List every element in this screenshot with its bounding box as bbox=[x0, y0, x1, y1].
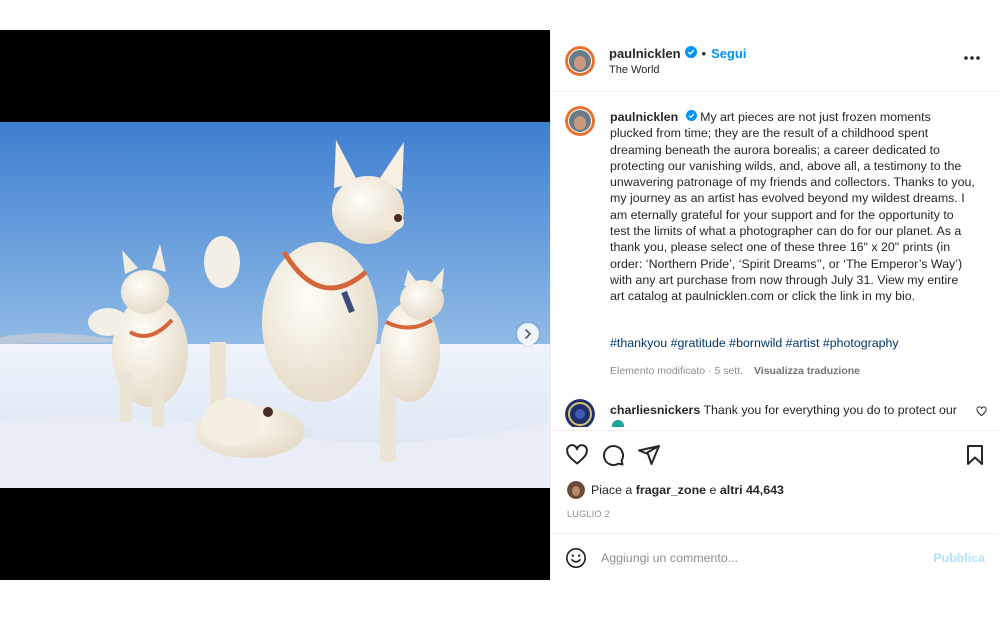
avatar[interactable] bbox=[565, 46, 595, 76]
likes-others[interactable]: altri 44,643 bbox=[720, 483, 784, 497]
post-author-line: paulnicklen • Segui bbox=[609, 46, 747, 61]
follow-button[interactable]: Segui bbox=[711, 46, 746, 61]
translate-link[interactable]: Visualizza traduzione bbox=[754, 365, 860, 377]
post-location[interactable]: The World bbox=[609, 64, 660, 76]
comment-username[interactable]: charliesnickers bbox=[610, 403, 700, 417]
caption-meta: Elemento modificato · 5 sett. Visualizza… bbox=[610, 365, 860, 377]
likes-prefix: Piace a bbox=[591, 483, 633, 497]
comment-item: charliesnickers Thank you for everything… bbox=[551, 393, 999, 427]
heart-icon[interactable] bbox=[565, 443, 589, 467]
post-header: paulnicklen • Segui The World bbox=[551, 30, 999, 92]
likes-summary[interactable]: Piace a fragar_zone e altri 44,643 bbox=[567, 481, 784, 499]
verified-badge-icon bbox=[684, 46, 697, 61]
post-media[interactable] bbox=[0, 30, 550, 580]
caption-hashtags[interactable]: #thankyou #gratitude #bornwild #artist #… bbox=[610, 336, 899, 350]
action-bar bbox=[551, 430, 999, 476]
caption-section: paulnicklen My art pieces are not just f… bbox=[551, 93, 999, 428]
caption-username[interactable]: paulnicklen bbox=[610, 110, 678, 124]
add-comment-bar: Pubblica bbox=[551, 533, 999, 580]
next-photo-button[interactable] bbox=[517, 323, 539, 345]
bookmark-icon[interactable] bbox=[963, 443, 987, 467]
separator-dot: • bbox=[701, 46, 707, 61]
more-options-icon[interactable] bbox=[963, 55, 981, 61]
edited-timestamp: Elemento modificato · 5 sett. bbox=[610, 365, 744, 377]
post-author-username[interactable]: paulnicklen bbox=[609, 46, 681, 61]
publish-button[interactable]: Pubblica bbox=[933, 551, 985, 565]
comment-like-heart-icon[interactable] bbox=[976, 406, 987, 417]
caption-text: paulnicklen My art pieces are not just f… bbox=[610, 109, 975, 305]
globe-emoji-icon bbox=[612, 420, 624, 427]
share-icon[interactable] bbox=[637, 443, 661, 467]
comment-text: charliesnickers Thank you for everything… bbox=[610, 402, 965, 418]
comment-input[interactable] bbox=[601, 548, 921, 568]
avatar[interactable] bbox=[565, 399, 595, 427]
comment-body: Thank you for everything you do to prote… bbox=[703, 403, 957, 417]
avatar bbox=[567, 481, 585, 499]
likes-connector: e bbox=[709, 483, 717, 497]
post-details-panel: paulnicklen • Segui The World paulnickle… bbox=[550, 30, 999, 580]
next-arrow-icon bbox=[525, 329, 532, 339]
verified-badge-icon bbox=[685, 109, 697, 125]
comment-icon[interactable] bbox=[601, 443, 625, 467]
post-photo-sled-dogs bbox=[0, 122, 550, 488]
avatar[interactable] bbox=[565, 106, 595, 136]
likes-user[interactable]: fragar_zone bbox=[636, 483, 706, 497]
emoji-icon[interactable] bbox=[565, 547, 587, 569]
post-date[interactable]: LUGLIO 2 bbox=[567, 509, 610, 519]
caption-body: My art pieces are not just frozen moment… bbox=[610, 110, 975, 304]
